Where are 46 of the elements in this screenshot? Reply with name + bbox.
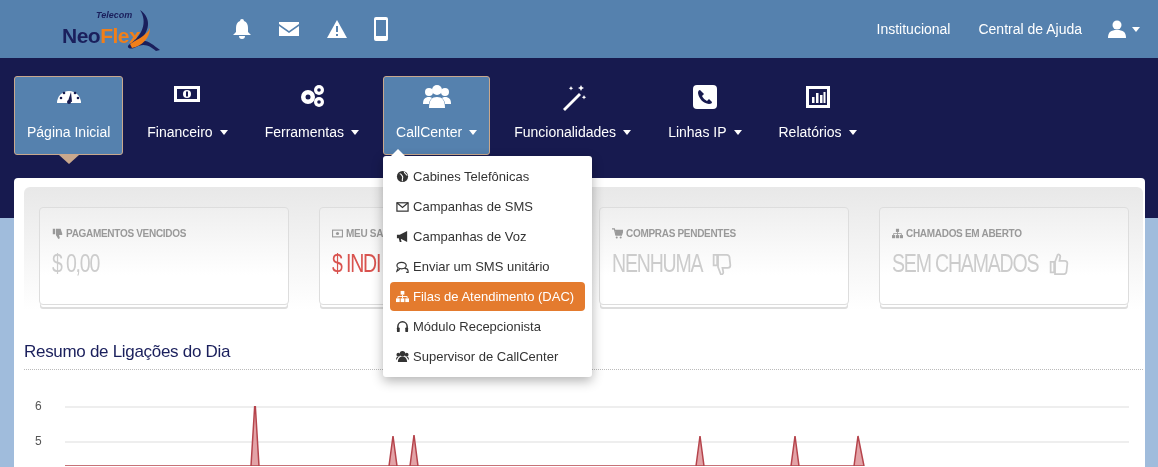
axis-tick-label: 5: [35, 434, 43, 448]
globe-icon: [396, 170, 409, 183]
menu-item[interactable]: Campanhas de SMS: [390, 192, 585, 221]
menu-item[interactable]: Supervisor de CallCenter: [390, 342, 585, 371]
menu-item[interactable]: Cabines Telefônicas: [390, 162, 585, 191]
caret-icon: [1132, 26, 1140, 32]
cart-icon: [612, 228, 623, 239]
thumbs-up-icon: [1047, 252, 1070, 275]
nav-tab[interactable]: Relatórios: [765, 76, 870, 155]
stat-title: COMPRAS PENDENTES: [626, 228, 736, 239]
headphones-icon: [396, 320, 409, 333]
phone-icon: [690, 83, 719, 111]
nav-tab[interactable]: Funcionalidades: [501, 76, 645, 155]
envelope-icon: [396, 200, 409, 213]
stat-title: PAGAMENTOS VENCIDOS: [66, 228, 187, 239]
stat-value: $ INDI: [332, 249, 381, 278]
megaphone-icon: [396, 230, 409, 243]
user-icon: [1108, 20, 1126, 38]
menu-item[interactable]: Módulo Recepcionista: [390, 312, 585, 341]
user-menu-button[interactable]: [1108, 20, 1140, 38]
speech-bubbles-icon: [396, 260, 409, 273]
header-link[interactable]: Central de Ajuda: [964, 21, 1096, 37]
sitemap-icon: [892, 228, 903, 239]
nav-tab[interactable]: CallCenter: [383, 76, 491, 155]
section-heading: Resumo de Ligações do Dia: [24, 342, 231, 362]
neoflex-logo[interactable]: Telecom NeoFlex: [60, 6, 160, 52]
thumbs-down-icon: [710, 252, 733, 275]
banknote-icon: [332, 228, 343, 239]
users-icon: [396, 350, 409, 363]
header-link[interactable]: Institucional: [862, 21, 965, 37]
stat-title: MEU SA: [346, 228, 384, 239]
bar-chart-icon: [803, 83, 832, 111]
axis-tick-label: 6: [35, 399, 43, 413]
menu-item[interactable]: Campanhas de Voz: [390, 222, 585, 251]
mobile-phone-icon: [374, 17, 388, 41]
menu-item[interactable]: Enviar um SMS unitário: [390, 252, 585, 281]
envelope-icon: [278, 20, 300, 38]
thumbs-down-icon: [52, 228, 63, 239]
warning-icon: [326, 19, 348, 39]
nav-tab[interactable]: Financeiro: [134, 76, 241, 155]
nav-tab[interactable]: Linhas IP: [655, 76, 755, 155]
sitemap-icon: [396, 290, 409, 303]
nav-tab[interactable]: Ferramentas: [251, 76, 372, 155]
stat-title: CHAMADOS EM ABERTO: [906, 228, 1022, 239]
bell-icon: [232, 18, 252, 40]
users-icon: [422, 83, 451, 111]
